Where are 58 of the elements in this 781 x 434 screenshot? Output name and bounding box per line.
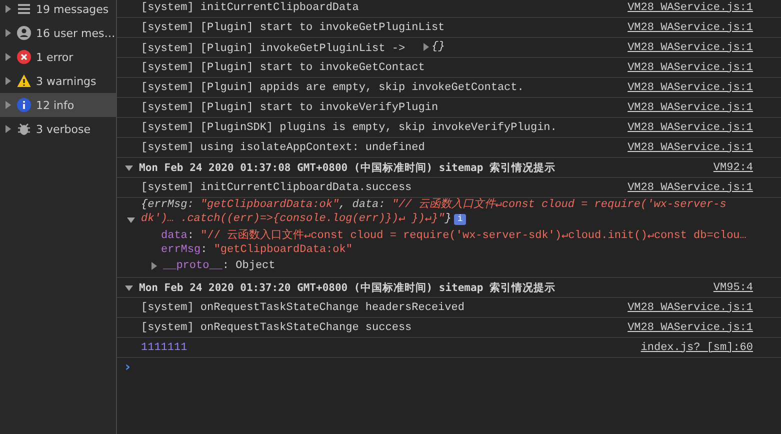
log-message: [system] initCurrentClipboardData.success: [141, 182, 413, 194]
filter-item[interactable]: 1 error: [0, 45, 116, 69]
console-prompt[interactable]: ›: [117, 358, 781, 375]
object-toggle-icon[interactable]: [127, 216, 135, 224]
source-link[interactable]: VM28 WAService.js:1: [628, 182, 753, 194]
source-link[interactable]: VM28 WAService.js:1: [628, 42, 753, 54]
log-message: [system] [Plugin] start to invokeGetPluginList: [141, 22, 446, 34]
source-link[interactable]: VM92:4: [713, 162, 753, 174]
log-message: [system] onRequestTaskStateChange headersReceived: [141, 302, 466, 314]
filter-item[interactable]: 3 verbose: [0, 117, 116, 141]
source-link[interactable]: VM28 WAService.js:1: [628, 62, 753, 74]
group-title[interactable]: Mon Feb 24 2020 01:37:08 GMT+0800 (中国标准时间) sitemap 索引情况提示: [139, 160, 702, 174]
source-link[interactable]: VM95:4: [713, 282, 753, 294]
source-link[interactable]: VM28 WAService.js:1: [628, 142, 753, 154]
log-message: [system] [Plugin] invokeGetPluginList -> {}: [141, 40, 446, 54]
expand-arrow-icon[interactable]: [4, 5, 12, 13]
log-message: [system] [PluginSDK] plugins is empty, skip invokeVerifyPlugin.: [141, 122, 558, 134]
log-message: [system] onRequestTaskStateChange success: [141, 322, 413, 334]
filter-item[interactable]: 3 warnings: [0, 69, 116, 93]
log-number: 1111111: [141, 342, 188, 354]
user-icon: [17, 26, 31, 40]
group-toggle-icon[interactable]: [125, 164, 133, 172]
log-message: [system] [Plugin] start to invokeVerifyPlugin: [141, 102, 440, 114]
source-link[interactable]: VM28 WAService.js:1: [628, 22, 753, 34]
log-message: [system] initCurrentClipboardData: [141, 2, 360, 14]
log-message: [system] using isolateAppContext: undefined: [141, 142, 426, 154]
info-icon: [17, 98, 31, 112]
source-link[interactable]: VM28 WAService.js:1: [628, 322, 753, 334]
expand-arrow-icon[interactable]: [150, 262, 158, 270]
error-icon: [17, 50, 31, 64]
expand-arrow-icon[interactable]: [4, 125, 12, 133]
object-preview[interactable]: {}: [432, 40, 445, 52]
source-link[interactable]: VM28 WAService.js:1: [628, 122, 753, 134]
list-icon: [17, 2, 31, 16]
object-property: __proto__: Object: [163, 260, 276, 272]
warning-icon: [17, 74, 31, 88]
filter-item[interactable]: 19 messages: [0, 0, 116, 21]
source-link[interactable]: index.js? [sm]:60: [640, 342, 753, 354]
filter-item[interactable]: 16 user mes…: [0, 21, 116, 45]
expand-arrow-icon[interactable]: [4, 77, 12, 85]
log-message: [system] [Plguin] appids are empty, skip invokeGetContact.: [141, 82, 525, 94]
object-property: data: "// 云函数入口文件↵const cloud = require('wx-server-sdk')↵cloud.init()↵const db=clou…: [161, 228, 746, 242]
expand-arrow-icon[interactable]: [4, 53, 12, 61]
filter-item[interactable]: 12 info: [0, 93, 116, 117]
source-link[interactable]: VM28 WAService.js:1: [628, 302, 753, 314]
group-toggle-icon[interactable]: [125, 284, 133, 292]
source-link[interactable]: VM28 WAService.js:1: [628, 82, 753, 94]
expand-arrow-icon[interactable]: [4, 29, 12, 37]
source-link[interactable]: VM28 WAService.js:1: [628, 2, 753, 14]
group-title[interactable]: Mon Feb 24 2020 01:37:20 GMT+0800 (中国标准时间) sitemap 索引情况提示: [139, 280, 702, 294]
bug-icon: [17, 122, 31, 136]
info-badge: i: [454, 214, 466, 225]
source-link[interactable]: VM28 WAService.js:1: [628, 102, 753, 114]
expand-arrow-icon[interactable]: [422, 42, 430, 50]
expand-arrow-icon[interactable]: [4, 101, 12, 109]
log-message: [system] [Plugin] start to invokeGetContact: [141, 62, 426, 74]
object-property: errMsg: "getClipboardData:ok": [161, 244, 352, 256]
object-preview[interactable]: {errMsg: "getClipboardData:ok", data: "// 云函数入口文件↵const cloud = require('wx-server-sdk')… .catch((err)=>{console.log(err)})↵ })↵}"} i: [141, 198, 731, 226]
